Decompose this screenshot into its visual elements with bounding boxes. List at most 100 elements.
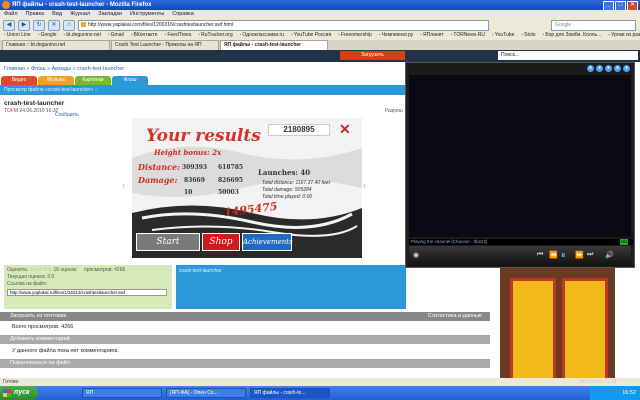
bookmark-item[interactable]: Одноклассники.ru xyxy=(240,31,284,40)
previous-icon[interactable]: ⏮ xyxy=(537,251,543,259)
coins-total: 50003 xyxy=(218,189,239,196)
menu-history[interactable]: Журнал xyxy=(70,10,90,19)
flash-game-area[interactable]: Your results 2180895 ✕ Height bonus: 2x … xyxy=(132,118,362,258)
bookmark-item[interactable]: ВКонтакте xyxy=(131,31,157,40)
taskbar-item[interactable]: (ЯП-ФА) - Опен Со... xyxy=(166,388,246,398)
video-player[interactable]: ● ● ● ● ● Playing the channel [Channel -… xyxy=(405,62,635,268)
back-button[interactable]: ◀ xyxy=(3,19,15,31)
banner-column xyxy=(510,278,556,384)
video-screen[interactable] xyxy=(409,75,631,237)
menu-bookmarks[interactable]: Закладки xyxy=(98,10,122,19)
forward-icon[interactable]: ⏩ xyxy=(575,251,584,259)
current-rating: Текущая оценка: 3.0 xyxy=(7,274,55,280)
rewind-icon[interactable]: ⏪ xyxy=(549,251,558,259)
description-panel: crash-test-launcher xyxy=(176,265,406,309)
tab-video[interactable]: Видео xyxy=(1,76,37,85)
bookmark-item[interactable]: TORNews.RU xyxy=(451,31,485,40)
bookmark-item[interactable]: FeedTrees xyxy=(165,31,191,40)
damage-label: Damage: xyxy=(138,175,178,185)
tab-music[interactable]: Музыка xyxy=(38,76,74,85)
complain-link[interactable]: Пожаловаться на файл xyxy=(0,359,490,368)
category-path-bar: Просмотр файла «crash-test-launcher» ↓ xyxy=(0,85,410,95)
bookmark-item[interactable]: Gmail xyxy=(108,31,124,40)
file-author-link[interactable]: TOFM xyxy=(4,108,18,114)
bookmark-item[interactable]: Union Line xyxy=(4,31,31,40)
player-controls: ◉ ⏮ ⏪ ⏸ ⏩ ⏭ 🔊 xyxy=(409,246,631,266)
bookmark-item[interactable]: RuTracker.org xyxy=(198,31,233,40)
firefox-icon xyxy=(2,1,10,9)
browser-search-input[interactable]: Google xyxy=(551,19,636,31)
volume-icon[interactable]: 🔊 xyxy=(605,251,614,259)
views-total: Всего просмотров: 4266 xyxy=(12,324,74,330)
tab-pictures[interactable]: Картинки xyxy=(75,76,111,85)
report-link[interactable]: Сообщить xyxy=(55,112,79,118)
home-button[interactable]: ⌂ xyxy=(63,19,75,31)
vote-count: 16 оценок xyxy=(53,267,77,273)
distance-total: 618785 xyxy=(218,164,244,171)
player-icon[interactable]: ● xyxy=(614,65,621,72)
reload-button[interactable]: ↻ xyxy=(33,19,45,31)
tab-yap-files[interactable]: ЯП файлы - crash-test-launcher xyxy=(220,40,328,50)
bookmark-item[interactable]: Freeomership xyxy=(338,31,372,40)
bookmark-item[interactable]: ЯПланет xyxy=(420,31,444,40)
window-title: ЯП файлы - crash-test-launcher - Mozilla… xyxy=(12,2,152,8)
menu-view[interactable]: Вид xyxy=(52,10,62,19)
bookmark-item[interactable]: Stolo xyxy=(521,31,535,40)
pause-icon[interactable]: ⏸ xyxy=(561,250,566,261)
address-bar[interactable]: http://www.yaplakal.com/files/1200316/cr… xyxy=(78,19,489,31)
tab-crash-test-launcher[interactable]: Crash Test Launcher - Приколы на ЯП xyxy=(111,40,219,50)
menu-edit[interactable]: Правка xyxy=(26,10,45,19)
bookmark-item[interactable]: Чемпионат.ру xyxy=(379,31,414,40)
score-display: 2180895 xyxy=(268,124,330,136)
close-icon[interactable]: ✕ xyxy=(339,121,351,138)
distance-label: Distance: xyxy=(138,162,181,172)
menu-file[interactable]: Файл xyxy=(4,10,18,19)
start-button[interactable]: пуск xyxy=(0,386,38,400)
banner-column xyxy=(562,278,608,384)
total-time: Total time played: 0:00 xyxy=(262,194,313,200)
taskbar-item[interactable]: ЯП xyxy=(82,388,162,398)
side-banner[interactable] xyxy=(500,268,615,384)
tab-degunino[interactable]: Главная :: bt.degunino.net xyxy=(2,40,110,50)
upload-button[interactable]: Загрузить xyxy=(340,51,405,60)
to-friends-bar: Загрузить из почтовки Статистика и данны… xyxy=(0,312,490,321)
bookmark-item[interactable]: Google xyxy=(38,31,56,40)
achievements-button[interactable]: Achievements xyxy=(242,233,293,251)
file-date: 24.06.2010 16:32 xyxy=(19,108,59,114)
scroll-right-icon[interactable]: › xyxy=(363,180,366,190)
next-icon[interactable]: ⏭ xyxy=(587,251,593,259)
bookmark-item[interactable]: YouTube Россия xyxy=(291,31,331,40)
window-titlebar: ЯП файлы - crash-test-launcher - Mozilla… xyxy=(0,0,640,11)
player-icon[interactable]: ● xyxy=(605,65,612,72)
navigation-toolbar: ◀ ▶ ↻ ✕ ⌂ http://www.yaplakal.com/files/… xyxy=(0,19,640,31)
results-title: Your results xyxy=(146,126,261,146)
bookmark-item[interactable]: YouTube xyxy=(492,31,515,40)
scroll-left-icon[interactable]: ‹ xyxy=(122,180,125,190)
start-button[interactable]: Start xyxy=(136,233,200,251)
taskbar-item-active[interactable]: ЯП файлы - crash-te... xyxy=(250,388,330,398)
bookmark-item[interactable]: Бор для Зомби. Колль... xyxy=(543,31,601,40)
tab-flash[interactable]: Флэш xyxy=(112,76,148,85)
stop-button[interactable]: ✕ xyxy=(48,19,60,31)
bookmark-item[interactable]: bt.degunino.net xyxy=(64,31,100,40)
total-distance: Total distance: 1167.37.40 feet xyxy=(262,180,330,186)
player-icon[interactable]: ● xyxy=(596,65,603,72)
forward-button[interactable]: ▶ xyxy=(18,19,30,31)
player-icon[interactable]: ● xyxy=(623,65,630,72)
menu-tools[interactable]: Инструменты xyxy=(130,10,164,19)
shop-button[interactable]: Shop xyxy=(202,233,240,251)
breadcrumb[interactable]: Главная » Флэш » Аркады » crash-test-lau… xyxy=(4,66,124,72)
rating-stars[interactable]: ☆☆☆☆☆ xyxy=(30,267,52,273)
menu-help[interactable]: Справка xyxy=(172,10,194,19)
distance-value: 309393 xyxy=(182,164,208,171)
total-damage: Total damage: 505284 xyxy=(262,187,312,193)
browser-tab-strip: Главная :: bt.degunino.net Crash Test La… xyxy=(0,40,640,50)
player-icon[interactable]: ● xyxy=(587,65,594,72)
file-link-field[interactable] xyxy=(7,289,167,296)
add-comment-link[interactable]: Добавить комментарий xyxy=(0,335,490,344)
to-friends-link[interactable]: Загрузить из почтовки xyxy=(10,313,66,319)
file-link-label: Ссылка на файл: xyxy=(7,281,48,287)
bookmark-item[interactable]: Уроки из раздела - У... xyxy=(608,31,640,40)
site-search-input[interactable]: Поиск... xyxy=(498,51,638,60)
bookmarks-toolbar: Union Line Google bt.degunino.net Gmail … xyxy=(0,31,640,40)
